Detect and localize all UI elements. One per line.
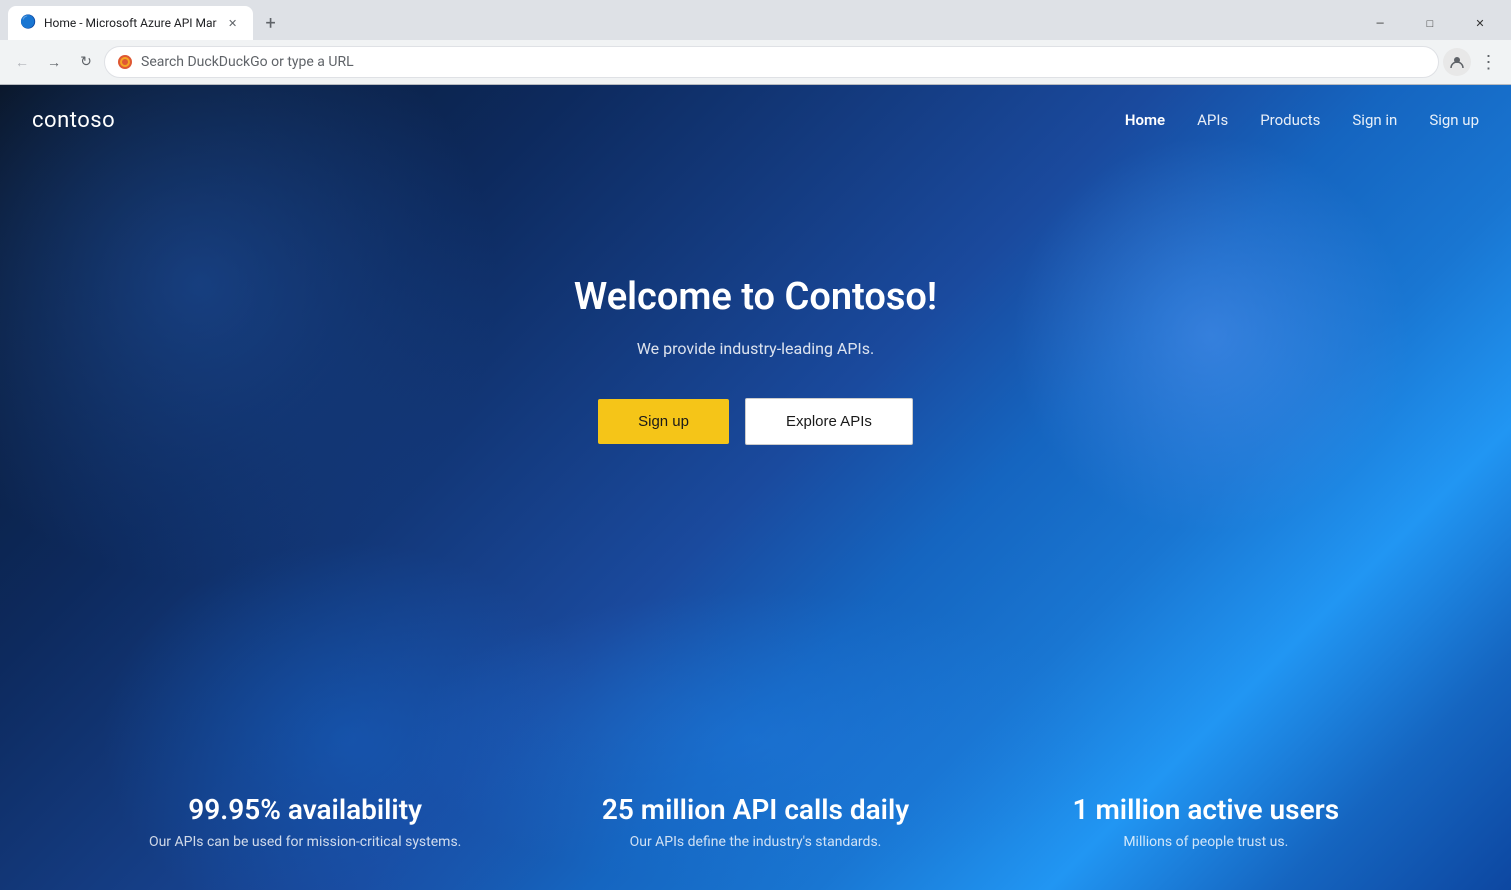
maximize-button[interactable]: □ bbox=[1407, 8, 1453, 38]
website-content: contoso Home APIs Products Sign in Sign … bbox=[0, 85, 1511, 890]
address-bar[interactable]: Search DuckDuckGo or type a URL bbox=[104, 46, 1439, 78]
site-logo[interactable]: contoso bbox=[32, 108, 115, 133]
new-tab-button[interactable]: + bbox=[257, 9, 285, 37]
stat-api-calls-desc: Our APIs define the industry's standards… bbox=[530, 834, 980, 850]
nav-links: Home APIs Products Sign in Sign up bbox=[1125, 111, 1479, 129]
forward-button[interactable]: → bbox=[40, 48, 68, 76]
title-bar: 🔵 Home - Microsoft Azure API Mar ✕ + — □… bbox=[0, 0, 1511, 40]
tab-title: Home - Microsoft Azure API Mar bbox=[44, 16, 217, 30]
tab-close-button[interactable]: ✕ bbox=[225, 15, 241, 31]
nav-link-apis[interactable]: APIs bbox=[1197, 111, 1228, 129]
nav-link-signin[interactable]: Sign in bbox=[1352, 111, 1397, 129]
nav-link-products[interactable]: Products bbox=[1260, 111, 1320, 129]
address-text: Search DuckDuckGo or type a URL bbox=[141, 54, 1426, 70]
menu-button[interactable]: ⋮ bbox=[1475, 48, 1503, 76]
nav-link-signup[interactable]: Sign up bbox=[1429, 111, 1479, 129]
browser-chrome: 🔵 Home - Microsoft Azure API Mar ✕ + — □… bbox=[0, 0, 1511, 85]
stats-section: 99.95% availability Our APIs can be used… bbox=[0, 753, 1511, 890]
explore-apis-button[interactable]: Explore APIs bbox=[745, 398, 913, 445]
hero-title: Welcome to Contoso! bbox=[574, 275, 937, 319]
account-icon bbox=[1449, 54, 1465, 70]
back-button[interactable]: ← bbox=[8, 48, 36, 76]
profile-button[interactable] bbox=[1443, 48, 1471, 76]
stat-active-users-desc: Millions of people trust us. bbox=[981, 834, 1431, 850]
nav-link-home[interactable]: Home bbox=[1125, 111, 1165, 129]
tab-favicon: 🔵 bbox=[20, 15, 36, 31]
reload-button[interactable]: ↻ bbox=[72, 48, 100, 76]
hero-section: Welcome to Contoso! We provide industry-… bbox=[0, 155, 1511, 445]
stat-availability-value: 99.95% availability bbox=[80, 793, 530, 826]
browser-toolbar: ← → ↻ Search DuckDuckGo or type a URL ⋮ bbox=[0, 40, 1511, 84]
stat-active-users-value: 1 million active users bbox=[981, 793, 1431, 826]
stat-availability: 99.95% availability Our APIs can be used… bbox=[80, 793, 530, 850]
stat-active-users: 1 million active users Millions of peopl… bbox=[981, 793, 1431, 850]
stat-api-calls: 25 million API calls daily Our APIs defi… bbox=[530, 793, 980, 850]
close-button[interactable]: ✕ bbox=[1457, 8, 1503, 38]
duck-icon bbox=[117, 54, 133, 70]
signup-button[interactable]: Sign up bbox=[598, 399, 729, 444]
hero-subtitle: We provide industry-leading APIs. bbox=[637, 339, 875, 358]
browser-tab[interactable]: 🔵 Home - Microsoft Azure API Mar ✕ bbox=[8, 6, 253, 40]
window-controls: — □ ✕ bbox=[1357, 8, 1503, 38]
minimize-button[interactable]: — bbox=[1357, 8, 1403, 38]
hero-buttons: Sign up Explore APIs bbox=[598, 398, 913, 445]
stat-api-calls-value: 25 million API calls daily bbox=[530, 793, 980, 826]
site-navigation: contoso Home APIs Products Sign in Sign … bbox=[0, 85, 1511, 155]
stat-availability-desc: Our APIs can be used for mission-critica… bbox=[80, 834, 530, 850]
